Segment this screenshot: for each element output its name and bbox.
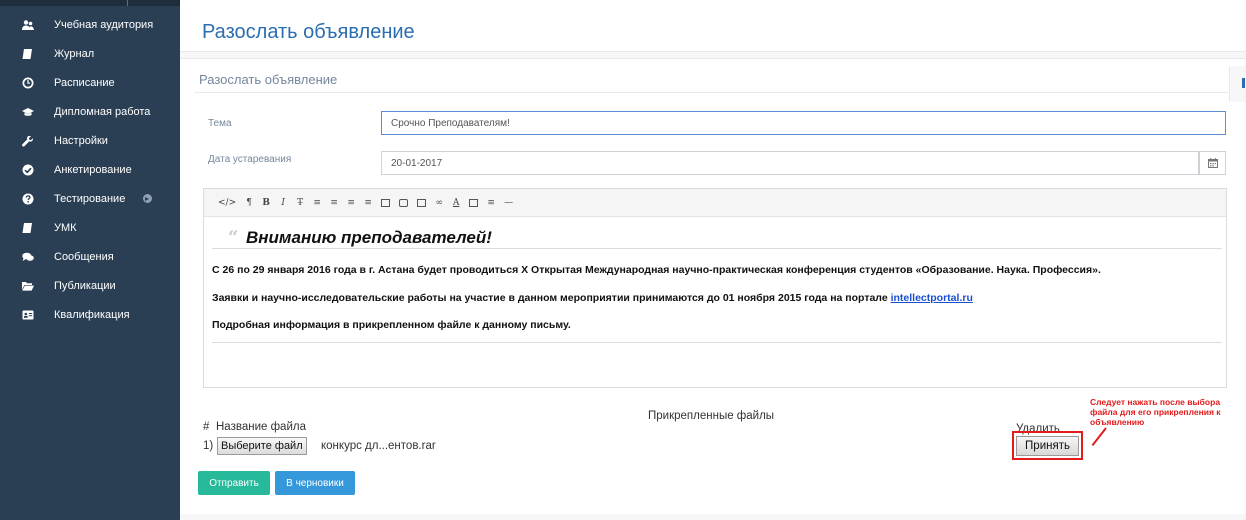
body-paragraph: Подробная информация в прикрепленном фай… xyxy=(212,319,571,331)
sidebar-item-label: Сообщения xyxy=(54,250,114,263)
table-icon[interactable] xyxy=(417,198,427,207)
app-window: Учебная аудитория Журнал Расписание Дипл… xyxy=(0,0,1246,520)
sidebar-item-thesis[interactable]: Дипломная работа xyxy=(0,97,180,126)
editor-divider xyxy=(212,342,1222,343)
choose-file-button[interactable]: Выберите файл xyxy=(217,437,307,455)
quote-icon: “ xyxy=(228,227,239,248)
indent-icon[interactable]: ≡ xyxy=(364,198,372,208)
calendar-button[interactable] xyxy=(1199,151,1226,175)
check-circle-icon xyxy=(22,164,34,176)
sidebar-item-label: Анкетирование xyxy=(54,163,132,176)
sidebar-top-bar xyxy=(0,0,180,6)
sidebar-item-survey[interactable]: Анкетирование xyxy=(0,155,180,184)
question-circle-icon xyxy=(22,193,34,205)
image-icon[interactable] xyxy=(381,198,391,207)
sidebar-item-messages[interactable]: Сообщения xyxy=(0,242,180,271)
portal-link[interactable]: intellectportal.ru xyxy=(891,292,973,304)
attachment-row-number: 1) xyxy=(203,440,214,452)
video-icon[interactable] xyxy=(399,198,409,207)
selected-file-name: конкурс дл...ентов.rar xyxy=(321,440,436,452)
edge-marker-icon xyxy=(1242,78,1245,88)
clock-icon xyxy=(22,77,34,89)
sidebar-item-schedule[interactable]: Расписание xyxy=(0,68,180,97)
calendar-icon xyxy=(1207,158,1218,168)
sidebar-item-label: Тестирование xyxy=(54,192,126,205)
sidebar-item-publications[interactable]: Публикации xyxy=(0,271,180,300)
link-icon[interactable]: ∞ xyxy=(435,198,443,208)
sidebar-item-label: Публикации xyxy=(54,279,116,292)
sidebar-item-label: УМК xyxy=(54,221,77,234)
sidebar-item-label: Дипломная работа xyxy=(54,105,151,118)
divider xyxy=(194,92,1234,93)
sidebar-item-label: Настройки xyxy=(54,134,108,147)
body-paragraph-text: Заявки и научно-исследовательские работы… xyxy=(212,292,891,304)
column-number-header: # xyxy=(203,421,210,433)
sidebar: Учебная аудитория Журнал Расписание Дипл… xyxy=(0,0,180,520)
users-icon xyxy=(22,19,34,31)
book-icon xyxy=(22,48,34,60)
sidebar-item-label: Расписание xyxy=(54,76,115,89)
annotation-note: Следует нажать после выбора файла для ег… xyxy=(1090,397,1221,427)
bold-button[interactable]: B xyxy=(262,198,270,208)
folder-open-icon xyxy=(22,280,34,292)
panel-edge-tab[interactable] xyxy=(1229,66,1246,102)
sidebar-item-label: Учебная аудитория xyxy=(54,18,154,31)
comments-icon xyxy=(22,251,34,263)
font-color-button[interactable]: A xyxy=(452,198,460,208)
accept-file-button[interactable]: Принять xyxy=(1016,436,1079,456)
graduation-cap-icon xyxy=(22,106,34,118)
sidebar-item-journal[interactable]: Журнал xyxy=(0,39,180,68)
strikethrough-button[interactable]: T̶ xyxy=(296,198,304,208)
wrench-icon xyxy=(22,135,34,147)
save-draft-button[interactable]: В черновики xyxy=(275,471,355,495)
outdent-icon[interactable]: ≡ xyxy=(347,198,355,208)
blockquote: “ Вниманию преподавателей! xyxy=(212,227,1222,249)
panel-title: Разослать объявление xyxy=(199,72,338,87)
subject-label: Тема xyxy=(208,118,232,129)
sidebar-item-umk[interactable]: УМК xyxy=(0,213,180,242)
highlight-icon[interactable] xyxy=(469,198,479,207)
editor-toolbar: </> ¶ B I T̶ ≡ ≡ ≡ ≡ ∞ A ≡ — xyxy=(204,189,1226,217)
paragraph-button[interactable]: ¶ xyxy=(245,198,253,208)
sidebar-item-label: Журнал xyxy=(54,47,95,60)
chevron-right-icon xyxy=(143,194,152,203)
ordered-list-icon[interactable]: ≡ xyxy=(330,198,338,208)
code-view-button[interactable]: </> xyxy=(218,198,236,208)
body-paragraph-with-link: Заявки и научно-исследовательские работы… xyxy=(212,292,973,304)
subject-input[interactable]: Срочно Преподавателям! xyxy=(381,111,1226,135)
sidebar-item-settings[interactable]: Настройки xyxy=(0,126,180,155)
page-title: Разослать объявление xyxy=(202,21,415,43)
rich-text-editor[interactable]: </> ¶ B I T̶ ≡ ≡ ≡ ≡ ∞ A ≡ — “ Вниманию … xyxy=(203,188,1227,388)
expiry-date-input[interactable]: 20-01-2017 xyxy=(381,151,1199,175)
body-paragraph: С 26 по 29 января 2016 года в г. Астана … xyxy=(212,264,1101,276)
sidebar-item-testing[interactable]: Тестирование xyxy=(0,184,180,213)
italic-button[interactable]: I xyxy=(279,198,287,208)
sidebar-item-classroom[interactable]: Учебная аудитория xyxy=(0,10,180,39)
column-filename-header: Название файла xyxy=(216,421,306,433)
attachments-title: Прикрепленные файлы xyxy=(648,410,775,422)
unordered-list-icon[interactable]: ≡ xyxy=(313,198,321,208)
sidebar-item-label: Квалификация xyxy=(54,308,130,321)
horizontal-rule-icon[interactable]: — xyxy=(504,198,513,208)
quote-heading: Вниманию преподавателей! xyxy=(246,228,492,247)
sidebar-item-qualification[interactable]: Квалификация xyxy=(0,300,180,329)
send-button[interactable]: Отправить xyxy=(198,471,270,495)
id-card-icon xyxy=(22,309,34,321)
expiry-date-label: Дата устаревания xyxy=(208,154,292,165)
align-icon[interactable]: ≡ xyxy=(487,198,495,208)
book-icon xyxy=(22,222,34,234)
